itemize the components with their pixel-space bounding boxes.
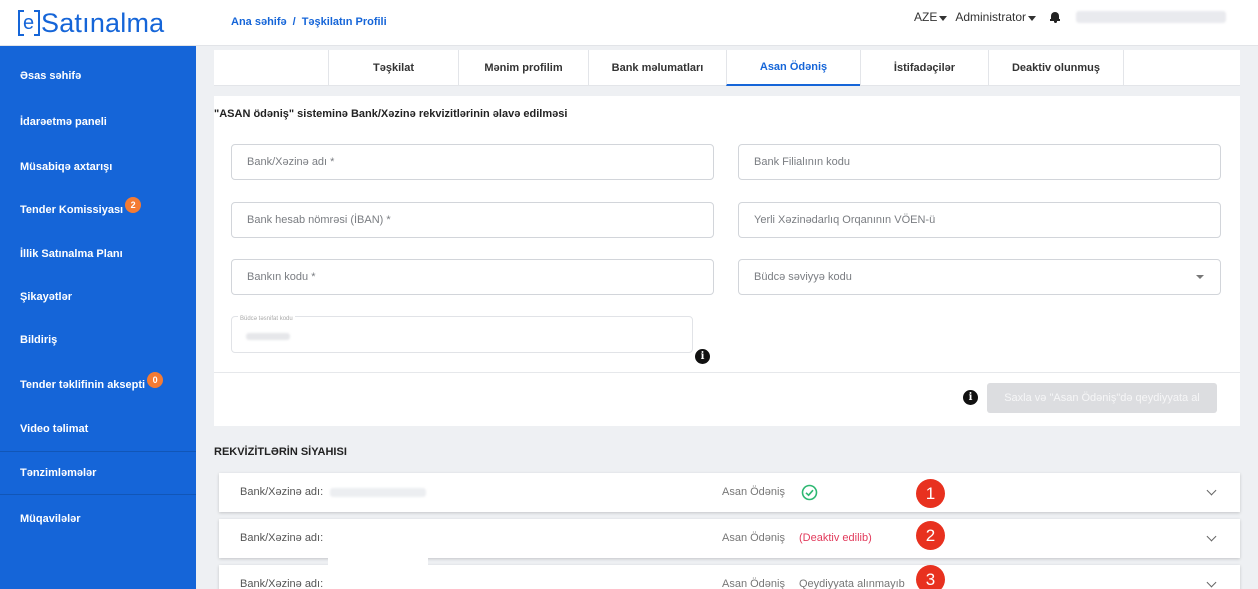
tab-organization[interactable]: Təşkilat (328, 50, 458, 86)
tab-my-profile[interactable]: Mənim profilim (458, 50, 588, 86)
budget-classification-label: Büdcə təsnifat kodu (238, 316, 295, 322)
breadcrumb-separator: / (292, 16, 296, 28)
bell-icon[interactable] (1050, 11, 1061, 23)
logo-mark: e (18, 8, 40, 38)
save-register-button[interactable]: Saxla və "Asan Ödəniş"də qeydiyyata al (987, 383, 1217, 413)
status-deactivated: (Deaktiv edilib) (799, 532, 872, 544)
app-logo[interactable]: e Satınalma (18, 7, 164, 39)
language-selector[interactable]: AZE (914, 10, 948, 24)
breadcrumb-home[interactable]: Ana səhifə (231, 16, 287, 28)
notification-badge: 0 (147, 372, 164, 388)
dropdown-arrow-icon (1196, 275, 1204, 279)
info-icon[interactable]: i (695, 349, 710, 364)
breadcrumb: Ana səhifə / Təşkilatın Profili (231, 16, 387, 28)
header-actions: AZE Administrator (914, 10, 1227, 24)
bank-name-input[interactable]: Bank/Xəzinə adı * (231, 144, 714, 180)
sidebar-divider (0, 494, 196, 495)
form-title: "ASAN ödəniş" sisteminə Bank/Xəzinə rekv… (214, 108, 568, 120)
treasury-voen-input[interactable]: Yerli Xəzinədarlıq Orqanının VÖEN-ü (738, 202, 1221, 238)
budget-level-select[interactable]: Büdcə səviyyə kodu (738, 259, 1221, 295)
sidebar-item-notification[interactable]: Bildiriş (0, 319, 196, 361)
sidebar-item-complaints[interactable]: Şikayətlər (0, 276, 196, 318)
bank-code-input[interactable]: Bankın kodu * (231, 259, 714, 295)
chevron-down-icon[interactable] (1206, 531, 1217, 542)
chevron-down-icon[interactable] (1206, 577, 1217, 588)
chevron-down-icon (1028, 16, 1037, 21)
budget-classification-value (246, 333, 290, 340)
requisite-row[interactable]: Bank/Xəzinə adı: Asan Ödəniş (219, 473, 1240, 512)
tab-asan-payment[interactable]: Asan Ödəniş (726, 50, 860, 86)
tab-bank-info[interactable]: Bank məlumatları (588, 50, 726, 86)
annotation-marker: 1 (916, 479, 945, 508)
user-role-selector[interactable]: Administrator (955, 10, 1037, 24)
sidebar-item-tender-commission[interactable]: Tender Komissiyası 2 (0, 189, 196, 231)
budget-classification-field: Büdcə təsnifat kodu (231, 316, 693, 353)
status-not-registered: Qeydiyyata alınmayıb (799, 578, 905, 589)
logo-text: Satınalma (41, 7, 165, 38)
tab-users[interactable]: İstifadəçilər (860, 50, 988, 86)
user-name-redacted (1076, 11, 1227, 23)
sidebar-item-home[interactable]: Əsas səhifə (0, 55, 196, 97)
sidebar-item-tender-acceptance[interactable]: Tender təklifinin aksepti 0 (0, 364, 196, 406)
asan-payment-form: "ASAN ödəniş" sisteminə Bank/Xəzinə rekv… (214, 96, 1240, 426)
annotation-marker: 3 (916, 565, 945, 589)
iban-input[interactable]: Bank hesab nömrəsi (İBAN) * (231, 202, 714, 238)
notification-badge: 2 (125, 197, 142, 213)
chevron-down-icon[interactable] (1206, 485, 1217, 496)
chevron-down-icon (939, 16, 948, 21)
form-divider (214, 372, 1240, 373)
sidebar-item-tender-search[interactable]: Müsabiqə axtarışı (0, 146, 196, 188)
sidebar-item-settings[interactable]: Tənzimləmələr (0, 452, 196, 494)
sidebar: Əsas səhifə İdarəetmə paneli Müsabiqə ax… (0, 46, 196, 589)
redaction-block (328, 519, 428, 589)
profile-tabs: Təşkilat Mənim profilim Bank məlumatları… (214, 50, 1240, 86)
info-icon[interactable]: i (963, 390, 978, 405)
sidebar-item-contracts[interactable]: Müqavilələr (0, 498, 196, 540)
branch-code-input[interactable]: Bank Filialının kodu (738, 144, 1221, 180)
sidebar-item-dashboard[interactable]: İdarəetmə paneli (0, 101, 196, 143)
bank-name-redacted (330, 488, 426, 497)
tab-deactivated[interactable]: Deaktiv olunmuş (988, 50, 1124, 86)
requisites-list-title: REKVİZİTLƏRİN SİYAHISI (214, 446, 347, 458)
sidebar-item-video-guide[interactable]: Video təlimat (0, 408, 196, 450)
annotation-marker: 2 (916, 521, 945, 550)
sidebar-item-annual-plan[interactable]: İllik Satınalma Planı (0, 233, 196, 275)
top-bar: e Satınalma Ana səhifə / Təşkilatın Prof… (0, 0, 1258, 46)
breadcrumb-current: Təşkilatın Profili (301, 16, 387, 28)
check-circle-icon (801, 484, 818, 501)
